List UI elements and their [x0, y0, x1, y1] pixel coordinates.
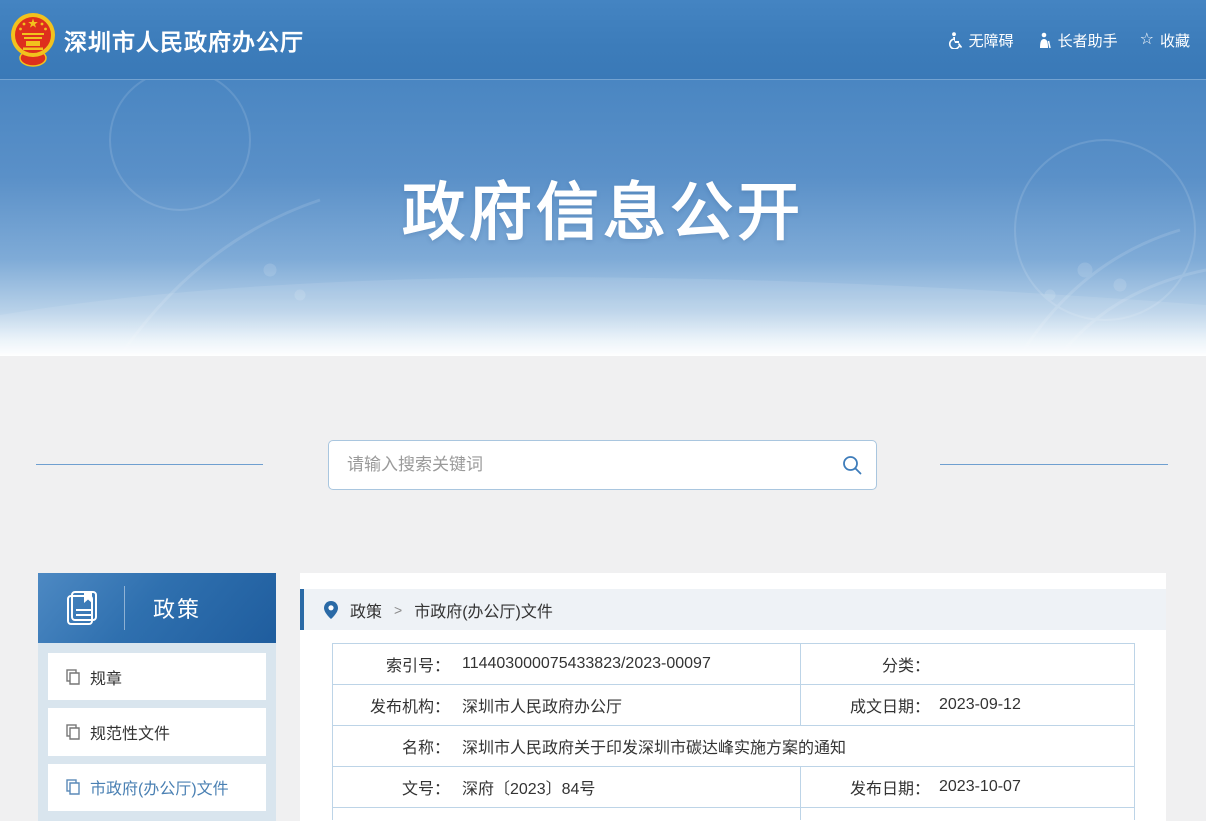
- next-row-partial-cell: [801, 808, 1135, 820]
- sidebar-item-label: 规章: [90, 665, 122, 689]
- table-row: 索引号： 114403000075433823/2023-00097 分类：: [333, 644, 1135, 685]
- issuing-agency-label: 发布机构：: [333, 693, 450, 717]
- site-title: 深圳市人民政府办公厅: [64, 23, 304, 57]
- page-title: 政府信息公开: [0, 162, 1206, 253]
- table-row: [333, 808, 1135, 820]
- written-date-cell: 成文日期： 2023-09-12: [801, 685, 1135, 726]
- document-name-value: 深圳市人民政府关于印发深圳市碳达峰实施方案的通知: [462, 734, 846, 758]
- search-input[interactable]: [329, 441, 828, 489]
- sidebar-item-municipal-government-documents[interactable]: 市政府(办公厅)文件: [48, 764, 266, 811]
- publish-date-cell: 发布日期： 2023-10-07: [801, 767, 1135, 808]
- main-content-panel: 政策 > 市政府(办公厅)文件 索引号： 114403000075433823/…: [300, 573, 1166, 821]
- sidebar-item-regulations[interactable]: 规章: [48, 653, 266, 700]
- page-banner: 政府信息公开: [0, 80, 1206, 356]
- category-cell: 分类：: [801, 644, 1135, 685]
- search-button[interactable]: [828, 441, 876, 489]
- sidebar-menu: 规章 规范性文件 市政府(办公厅)文件: [38, 643, 276, 821]
- document-metadata-table: 索引号： 114403000075433823/2023-00097 分类： 发…: [332, 643, 1135, 820]
- issuing-agency-cell: 发布机构： 深圳市人民政府办公厅: [333, 685, 801, 726]
- search-icon: [842, 455, 862, 475]
- policy-sidebar: 政策 规章 规范性文件 市政府(办公厅)文件: [38, 573, 276, 821]
- favorite-link[interactable]: ☆ 收藏: [1140, 30, 1190, 51]
- wheelchair-icon: [947, 32, 963, 49]
- publish-date-value: 2023-10-07: [939, 778, 1021, 796]
- sidebar-item-label: 规范性文件: [90, 720, 170, 744]
- star-icon: ☆: [1140, 32, 1154, 48]
- index-number-value: 114403000075433823/2023-00097: [462, 655, 711, 673]
- table-row: 发布机构： 深圳市人民政府办公厅 成文日期： 2023-09-12: [333, 685, 1135, 726]
- issuing-agency-value: 深圳市人民政府办公厅: [462, 693, 622, 717]
- index-number-label: 索引号：: [333, 652, 450, 676]
- elder-person-icon: [1036, 32, 1052, 49]
- sidebar-title: 政策: [153, 592, 201, 624]
- accessibility-label: 无障碍: [969, 30, 1014, 51]
- document-number-cell: 文号： 深府〔2023〕84号: [333, 767, 801, 808]
- sidebar-header: 政策: [38, 573, 276, 643]
- document-name-label: 名称：: [333, 734, 450, 758]
- document-number-value: 深府〔2023〕84号: [462, 775, 595, 799]
- national-emblem-logo: [10, 12, 56, 68]
- book-icon: [62, 588, 102, 628]
- category-label: 分类：: [801, 652, 930, 676]
- document-icon: [66, 724, 81, 740]
- accessibility-link[interactable]: 无障碍: [947, 30, 1014, 51]
- index-number-cell: 索引号： 114403000075433823/2023-00097: [333, 644, 801, 685]
- breadcrumb: 政策 > 市政府(办公厅)文件: [300, 589, 1166, 630]
- written-date-label: 成文日期：: [801, 693, 930, 717]
- sidebar-item-normative-documents[interactable]: 规范性文件: [48, 708, 266, 755]
- sidebar-item-label: 市政府(办公厅)文件: [90, 775, 229, 799]
- breadcrumb-item-current[interactable]: 市政府(办公厅)文件: [414, 598, 553, 622]
- document-name-cell: 名称： 深圳市人民政府关于印发深圳市碳达峰实施方案的通知: [333, 726, 1135, 767]
- breadcrumb-item-policy[interactable]: 政策: [350, 598, 382, 622]
- document-number-label: 文号：: [333, 775, 450, 799]
- favorite-label: 收藏: [1160, 30, 1190, 51]
- written-date-value: 2023-09-12: [939, 696, 1021, 714]
- document-icon: [66, 779, 81, 795]
- document-icon: [66, 669, 81, 685]
- search-right-divider: [940, 464, 1168, 465]
- sidebar-header-divider: [124, 586, 125, 630]
- elder-assistant-link[interactable]: 长者助手: [1036, 30, 1118, 51]
- search-box: [328, 440, 877, 490]
- breadcrumb-separator: >: [394, 602, 402, 618]
- publish-date-label: 发布日期：: [801, 775, 930, 799]
- next-row-partial-cell: [333, 808, 801, 820]
- table-row: 文号： 深府〔2023〕84号 发布日期： 2023-10-07: [333, 767, 1135, 808]
- top-header-bar: 深圳市人民政府办公厅 无障碍 长者助手 ☆ 收藏: [0, 0, 1206, 80]
- table-row: 名称： 深圳市人民政府关于印发深圳市碳达峰实施方案的通知: [333, 726, 1135, 767]
- topbar-utility-links: 无障碍 长者助手 ☆ 收藏: [947, 0, 1190, 80]
- search-left-divider: [36, 464, 263, 465]
- elder-assistant-label: 长者助手: [1058, 30, 1118, 51]
- location-pin-icon: [324, 601, 338, 619]
